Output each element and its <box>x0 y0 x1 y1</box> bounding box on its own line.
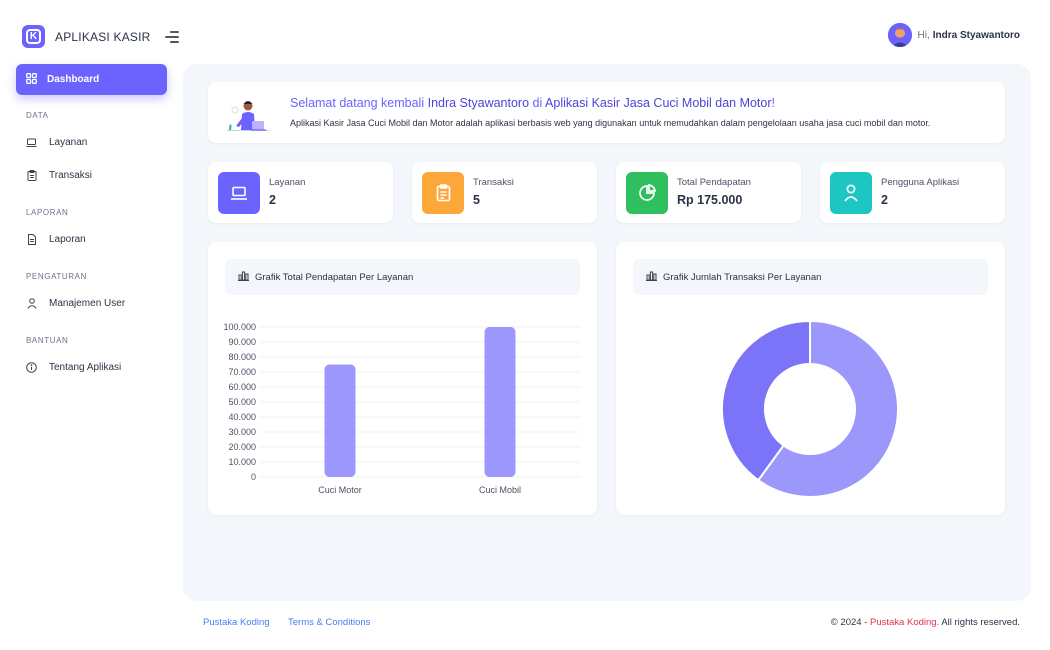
bar-chart: 0 10.000 20.000 30.000 40.000 50.000 60.000 70.… <box>223 322 580 495</box>
x-tick-label: Cuci Mobil <box>479 485 521 495</box>
sidebar-item-transaksi[interactable]: Transaksi <box>16 159 167 192</box>
stat-value: 5 <box>473 193 480 207</box>
welcome-illustration <box>226 94 270 136</box>
menu-toggle-icon[interactable] <box>164 31 179 43</box>
sidebar-item-label: Laporan <box>49 234 86 245</box>
user-menu[interactable]: Hi, Indra Styawantoro <box>887 23 1020 47</box>
welcome-title: Selamat datang kembali Indra Styawantoro… <box>290 96 776 110</box>
sidebar: Dashboard DATA Layanan Transaksi LAPORAN… <box>16 64 167 384</box>
y-tick-label: 0 <box>251 472 256 482</box>
stat-card-layanan[interactable]: Layanan 2 <box>208 162 393 223</box>
y-tick-label: 90.000 <box>228 337 256 347</box>
stat-card-transaksi[interactable]: Transaksi 5 <box>412 162 597 223</box>
sidebar-item-tentang-aplikasi[interactable]: Tentang Aplikasi <box>16 351 167 384</box>
stat-value: 2 <box>881 193 888 207</box>
sidebar-section-pengaturan: PENGATURAN <box>26 272 87 281</box>
y-tick-label: 60.000 <box>228 382 256 392</box>
pie-chart-icon <box>626 172 668 214</box>
footer-link-pustaka-koding[interactable]: Pustaka Koding <box>203 617 270 628</box>
user-name: Indra Styawantoro <box>932 29 1020 41</box>
stat-card-pengguna-aplikasi[interactable]: Pengguna Aplikasi 2 <box>820 162 1005 223</box>
sidebar-item-label: Tentang Aplikasi <box>49 362 122 373</box>
footer-copyright: © 2024 - Pustaka Koding. All rights rese… <box>830 617 1020 628</box>
bar-chart-card: Grafik Total Pendapatan Per Layanan 0 10.… <box>208 242 597 515</box>
greeting: Hi, <box>917 29 930 41</box>
dashboard-icon <box>26 72 37 87</box>
sidebar-item-label: Transaksi <box>49 170 92 181</box>
welcome-description: Aplikasi Kasir Jasa Cuci Mobil dan Motor… <box>290 118 931 128</box>
user-icon <box>830 172 872 214</box>
sidebar-item-layanan[interactable]: Layanan <box>16 126 167 159</box>
clipboard-icon <box>26 170 37 181</box>
bar <box>324 364 356 477</box>
footer-links: Pustaka Koding Terms & Conditions <box>203 617 386 628</box>
document-icon <box>26 234 37 245</box>
sidebar-item-label: Layanan <box>49 137 88 148</box>
laptop-icon <box>26 137 37 148</box>
x-tick-label: Cuci Motor <box>318 485 362 495</box>
sidebar-item-label: Dashboard <box>47 74 100 85</box>
bar <box>484 327 516 477</box>
y-tick-label: 80.000 <box>228 352 256 362</box>
sidebar-item-laporan[interactable]: Laporan <box>16 223 167 256</box>
stat-value: Rp 175.000 <box>677 193 743 207</box>
user-icon <box>26 298 37 309</box>
y-tick-label: 10.000 <box>228 457 256 467</box>
y-tick-label: 70.000 <box>228 367 256 377</box>
y-tick-label: 40.000 <box>228 412 256 422</box>
stat-label: Pengguna Aplikasi <box>881 177 960 188</box>
main-content: Selamat datang kembali Indra Styawantoro… <box>183 64 1031 601</box>
footer-link-terms[interactable]: Terms & Conditions <box>288 617 370 628</box>
sidebar-item-label: Manajemen User <box>49 298 126 309</box>
app-logo-icon: K <box>22 25 45 48</box>
sidebar-section-bantuan: BANTUAN <box>26 336 69 345</box>
footer-brand-link[interactable]: Pustaka Koding. <box>870 617 939 628</box>
stat-label: Transaksi <box>473 177 514 188</box>
donut-chart <box>721 319 899 498</box>
welcome-card: Selamat datang kembali Indra Styawantoro… <box>208 82 1005 143</box>
stat-card-total-pendapatan[interactable]: Total Pendapatan Rp 175.000 <box>616 162 801 223</box>
brand[interactable]: K APLIKASI KASIR <box>22 25 179 48</box>
avatar[interactable] <box>887 23 912 47</box>
sidebar-item-manajemen-user[interactable]: Manajemen User <box>16 287 167 320</box>
sidebar-item-dashboard[interactable]: Dashboard <box>16 64 167 95</box>
y-tick-label: 20.000 <box>228 442 256 452</box>
y-tick-label: 100.000 <box>223 322 256 332</box>
info-icon <box>26 362 37 373</box>
y-tick-label: 30.000 <box>228 427 256 437</box>
sidebar-section-laporan: LAPORAN <box>26 208 69 217</box>
stat-label: Layanan <box>269 177 306 188</box>
clipboard-icon <box>422 172 464 214</box>
laptop-icon <box>218 172 260 214</box>
donut-chart-card: Grafik Jumlah Transaksi Per Layanan <box>616 242 1005 515</box>
sidebar-section-data: DATA <box>26 111 49 120</box>
y-tick-label: 50.000 <box>228 397 256 407</box>
app-name: APLIKASI KASIR <box>55 29 151 44</box>
stat-value: 2 <box>269 193 276 207</box>
stat-label: Total Pendapatan <box>677 177 751 188</box>
